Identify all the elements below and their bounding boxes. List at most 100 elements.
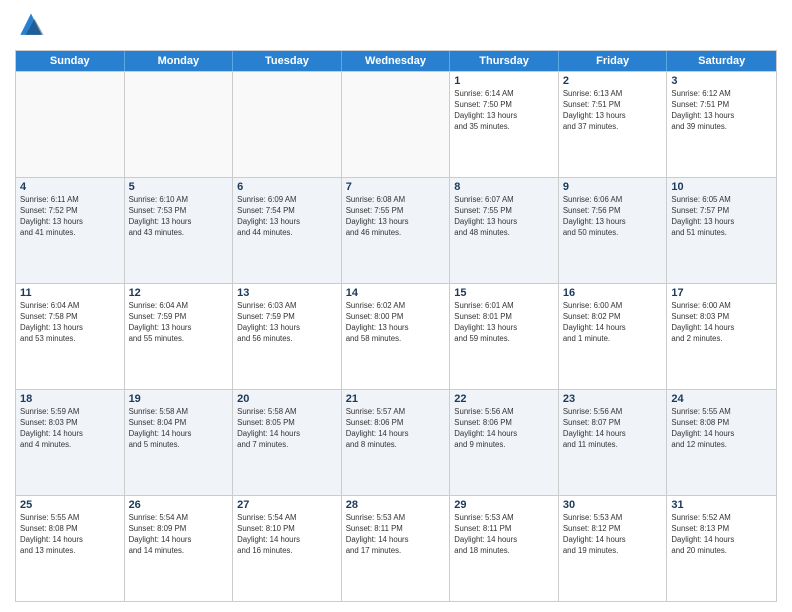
- day-info: Sunrise: 6:02 AM Sunset: 8:00 PM Dayligh…: [346, 301, 446, 345]
- day-number: 19: [129, 393, 229, 405]
- calendar-day-1: 1Sunrise: 6:14 AM Sunset: 7:50 PM Daylig…: [450, 72, 559, 177]
- day-info: Sunrise: 6:12 AM Sunset: 7:51 PM Dayligh…: [671, 89, 772, 133]
- day-number: 12: [129, 287, 229, 299]
- calendar-day-14: 14 Sunrise: 6:02 AM Sunset: 8:00 PM Dayli…: [342, 284, 451, 389]
- day-info: Sunrise: 5:57 AM Sunset: 8:06 PM Dayligh…: [346, 407, 446, 451]
- day-number: 16: [563, 287, 663, 299]
- calendar-week-5: 25 Sunrise: 5:55 AM Sunset: 8:08 PM Dayli…: [16, 495, 776, 601]
- calendar-day-27: 27 Sunrise: 5:54 AM Sunset: 8:10 PM Dayli…: [233, 496, 342, 601]
- day-number: 20: [237, 393, 337, 405]
- calendar-day-15: 15Sunrise: 6:01 AM Sunset: 8:01 PM Dayli…: [450, 284, 559, 389]
- calendar-day-20: 20 Sunrise: 5:58 AM Sunset: 8:05 PM Dayli…: [233, 390, 342, 495]
- day-info: Sunrise: 6:05 AM Sunset: 7:57 PM Dayligh…: [671, 195, 772, 239]
- day-number: 2: [563, 75, 663, 87]
- logo-icon: [15, 10, 47, 42]
- day-info: Sunrise: 5:58 AM Sunset: 8:05 PM Dayligh…: [237, 407, 337, 451]
- header-day-saturday: Saturday: [667, 51, 776, 71]
- logo: [15, 10, 51, 42]
- calendar-day-9: 9 Sunrise: 6:06 AM Sunset: 7:56 PM Daylig…: [559, 178, 668, 283]
- day-number: 10: [671, 181, 772, 193]
- day-number: 1: [454, 75, 554, 87]
- day-info: Sunrise: 6:08 AM Sunset: 7:55 PM Dayligh…: [346, 195, 446, 239]
- calendar-week-2: 4 Sunrise: 6:11 AM Sunset: 7:52 PM Daylig…: [16, 177, 776, 283]
- day-number: 9: [563, 181, 663, 193]
- calendar-day-10: 10 Sunrise: 6:05 AM Sunset: 7:57 PM Dayli…: [667, 178, 776, 283]
- calendar-body: 1Sunrise: 6:14 AM Sunset: 7:50 PM Daylig…: [16, 71, 776, 601]
- calendar-day-17: 17 Sunrise: 6:00 AM Sunset: 8:03 PM Dayli…: [667, 284, 776, 389]
- day-info: Sunrise: 6:06 AM Sunset: 7:56 PM Dayligh…: [563, 195, 663, 239]
- day-info: Sunrise: 5:56 AM Sunset: 8:07 PM Dayligh…: [563, 407, 663, 451]
- calendar-day-30: 30Sunrise: 5:53 AM Sunset: 8:12 PM Dayli…: [559, 496, 668, 601]
- day-info: Sunrise: 6:00 AM Sunset: 8:02 PM Dayligh…: [563, 301, 663, 345]
- day-number: 5: [129, 181, 229, 193]
- day-info: Sunrise: 6:13 AM Sunset: 7:51 PM Dayligh…: [563, 89, 663, 133]
- day-info: Sunrise: 5:54 AM Sunset: 8:09 PM Dayligh…: [129, 513, 229, 557]
- day-number: 29: [454, 499, 554, 511]
- day-info: Sunrise: 5:54 AM Sunset: 8:10 PM Dayligh…: [237, 513, 337, 557]
- header: [15, 10, 777, 42]
- day-info: Sunrise: 5:53 AM Sunset: 8:11 PM Dayligh…: [346, 513, 446, 557]
- day-number: 8: [454, 181, 554, 193]
- day-number: 18: [20, 393, 120, 405]
- calendar-day-3: 3 Sunrise: 6:12 AM Sunset: 7:51 PM Daylig…: [667, 72, 776, 177]
- day-number: 7: [346, 181, 446, 193]
- day-number: 30: [563, 499, 663, 511]
- day-info: Sunrise: 6:07 AM Sunset: 7:55 PM Dayligh…: [454, 195, 554, 239]
- page: SundayMondayTuesdayWednesdayThursdayFrid…: [0, 0, 792, 612]
- day-info: Sunrise: 5:52 AM Sunset: 8:13 PM Dayligh…: [671, 513, 772, 557]
- calendar-day-18: 18 Sunrise: 5:59 AM Sunset: 8:03 PM Dayli…: [16, 390, 125, 495]
- day-info: Sunrise: 5:55 AM Sunset: 8:08 PM Dayligh…: [671, 407, 772, 451]
- calendar-day-8: 8 Sunrise: 6:07 AM Sunset: 7:55 PM Daylig…: [450, 178, 559, 283]
- calendar-day-13: 13 Sunrise: 6:03 AM Sunset: 7:59 PM Dayli…: [233, 284, 342, 389]
- calendar-day-31: 31 Sunrise: 5:52 AM Sunset: 8:13 PM Dayli…: [667, 496, 776, 601]
- day-info: Sunrise: 6:04 AM Sunset: 7:59 PM Dayligh…: [129, 301, 229, 345]
- day-number: 27: [237, 499, 337, 511]
- day-number: 25: [20, 499, 120, 511]
- calendar-day-5: 5 Sunrise: 6:10 AM Sunset: 7:53 PM Daylig…: [125, 178, 234, 283]
- day-number: 14: [346, 287, 446, 299]
- calendar-day-12: 12 Sunrise: 6:04 AM Sunset: 7:59 PM Dayli…: [125, 284, 234, 389]
- day-number: 21: [346, 393, 446, 405]
- day-number: 4: [20, 181, 120, 193]
- day-number: 6: [237, 181, 337, 193]
- day-info: Sunrise: 6:03 AM Sunset: 7:59 PM Dayligh…: [237, 301, 337, 345]
- calendar-day-7: 7 Sunrise: 6:08 AM Sunset: 7:55 PM Daylig…: [342, 178, 451, 283]
- calendar-day-22: 22Sunrise: 5:56 AM Sunset: 8:06 PM Dayli…: [450, 390, 559, 495]
- day-number: 11: [20, 287, 120, 299]
- day-info: Sunrise: 6:09 AM Sunset: 7:54 PM Dayligh…: [237, 195, 337, 239]
- header-day-sunday: Sunday: [16, 51, 125, 71]
- calendar-day-28: 28 Sunrise: 5:53 AM Sunset: 8:11 PM Dayli…: [342, 496, 451, 601]
- day-info: Sunrise: 6:10 AM Sunset: 7:53 PM Dayligh…: [129, 195, 229, 239]
- day-info: Sunrise: 5:59 AM Sunset: 8:03 PM Dayligh…: [20, 407, 120, 451]
- calendar-day-21: 21 Sunrise: 5:57 AM Sunset: 8:06 PM Dayli…: [342, 390, 451, 495]
- calendar-day-4: 4 Sunrise: 6:11 AM Sunset: 7:52 PM Daylig…: [16, 178, 125, 283]
- day-info: Sunrise: 6:04 AM Sunset: 7:58 PM Dayligh…: [20, 301, 120, 345]
- calendar-empty-cell: [125, 72, 234, 177]
- day-number: 13: [237, 287, 337, 299]
- day-info: Sunrise: 5:55 AM Sunset: 8:08 PM Dayligh…: [20, 513, 120, 557]
- calendar-header: SundayMondayTuesdayWednesdayThursdayFrid…: [16, 51, 776, 71]
- calendar-day-2: 2 Sunrise: 6:13 AM Sunset: 7:51 PM Daylig…: [559, 72, 668, 177]
- calendar-day-26: 26Sunrise: 5:54 AM Sunset: 8:09 PM Dayli…: [125, 496, 234, 601]
- calendar-day-11: 11 Sunrise: 6:04 AM Sunset: 7:58 PM Dayli…: [16, 284, 125, 389]
- header-day-monday: Monday: [125, 51, 234, 71]
- header-day-thursday: Thursday: [450, 51, 559, 71]
- calendar-day-24: 24Sunrise: 5:55 AM Sunset: 8:08 PM Dayli…: [667, 390, 776, 495]
- header-day-friday: Friday: [559, 51, 668, 71]
- day-number: 3: [671, 75, 772, 87]
- calendar-day-29: 29Sunrise: 5:53 AM Sunset: 8:11 PM Dayli…: [450, 496, 559, 601]
- day-info: Sunrise: 6:11 AM Sunset: 7:52 PM Dayligh…: [20, 195, 120, 239]
- day-number: 28: [346, 499, 446, 511]
- calendar: SundayMondayTuesdayWednesdayThursdayFrid…: [15, 50, 777, 602]
- calendar-empty-cell: [342, 72, 451, 177]
- calendar-week-3: 11 Sunrise: 6:04 AM Sunset: 7:58 PM Dayli…: [16, 283, 776, 389]
- calendar-day-23: 23Sunrise: 5:56 AM Sunset: 8:07 PM Dayli…: [559, 390, 668, 495]
- day-number: 17: [671, 287, 772, 299]
- header-day-wednesday: Wednesday: [342, 51, 451, 71]
- day-number: 31: [671, 499, 772, 511]
- calendar-empty-cell: [233, 72, 342, 177]
- day-info: Sunrise: 5:58 AM Sunset: 8:04 PM Dayligh…: [129, 407, 229, 451]
- day-info: Sunrise: 6:00 AM Sunset: 8:03 PM Dayligh…: [671, 301, 772, 345]
- calendar-day-16: 16 Sunrise: 6:00 AM Sunset: 8:02 PM Dayli…: [559, 284, 668, 389]
- calendar-week-4: 18 Sunrise: 5:59 AM Sunset: 8:03 PM Dayli…: [16, 389, 776, 495]
